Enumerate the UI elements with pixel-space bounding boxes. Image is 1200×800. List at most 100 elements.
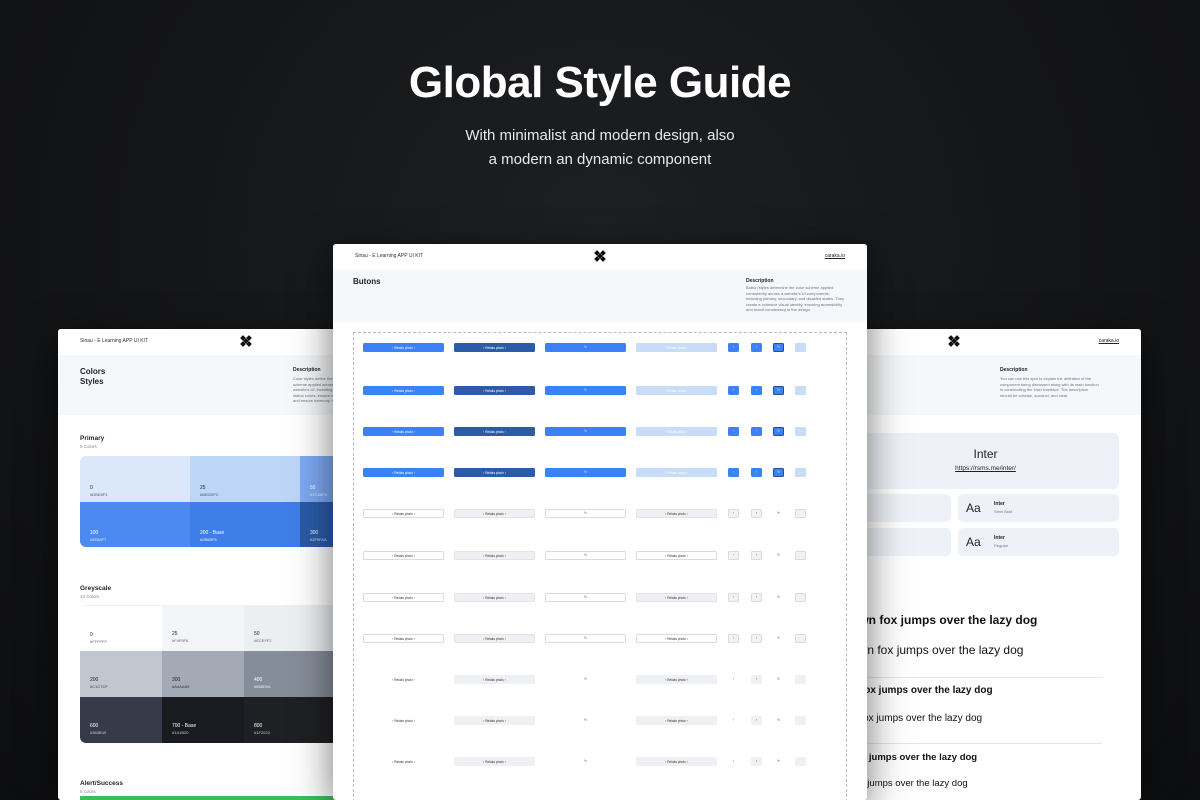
variant-button-r6-c4[interactable]: ‹ Relaks photo › xyxy=(636,551,717,560)
variant-button-r3-c3[interactable]: ↻ xyxy=(545,427,626,436)
variant-button-r10-c3[interactable]: ↻ xyxy=(545,716,626,725)
variant-button-r1-c2[interactable]: ‹ Relaks photo › xyxy=(454,343,535,352)
variant-button-r5-c1[interactable]: ‹ Relaks photo › xyxy=(363,509,444,518)
variant-button-r7-c3[interactable]: ↻ xyxy=(545,593,626,602)
icon-button-r8-c3[interactable]: ↻ xyxy=(773,634,784,643)
variant-button-r8-c2[interactable]: ‹ Relaks photo › xyxy=(454,634,535,643)
icon-button-r8-c2[interactable]: ‹ xyxy=(751,634,762,643)
button-label: ‹ Relaks photo › xyxy=(665,759,688,764)
icon-button-r3-c4[interactable] xyxy=(795,427,806,436)
icon-button-r5-c2[interactable]: ‹ xyxy=(751,509,762,518)
icon-button-r5-c3[interactable]: ↻ xyxy=(773,509,784,518)
swatch-grey-300: 300 #A4AAB5 xyxy=(162,651,244,697)
icon-button-r2-c2[interactable]: ‹ xyxy=(751,386,762,395)
variant-button-r7-c2[interactable]: ‹ Relaks photo › xyxy=(454,593,535,602)
variant-button-r5-c4[interactable]: ‹ Relaks photo › xyxy=(636,509,717,518)
icon-button-r9-c4[interactable] xyxy=(795,675,806,684)
icon-button-r3-c3[interactable]: ↻ xyxy=(773,427,784,436)
icon-button-r9-c3[interactable]: ↻ xyxy=(773,675,784,684)
variant-button-r5-c3[interactable]: ↻ xyxy=(545,509,626,518)
variant-button-r9-c2[interactable]: ‹ Relaks photo › xyxy=(454,675,535,684)
variant-button-r6-c2[interactable]: ‹ Relaks photo › xyxy=(454,551,535,560)
button-label: ‹ Relaks photo › xyxy=(392,429,415,434)
variant-button-r4-c3[interactable]: ↻ xyxy=(545,468,626,477)
icon-button-r10-c3[interactable]: ↻ xyxy=(773,716,784,725)
brand-logo-icon xyxy=(594,250,606,262)
variant-button-r1-c3[interactable]: ↻ xyxy=(545,343,626,352)
variant-button-r3-c2[interactable]: ‹ Relaks photo › xyxy=(454,427,535,436)
variant-button-r2-c3[interactable]: ↻ xyxy=(545,386,626,395)
icon-button-r2-c1[interactable]: ‹ xyxy=(728,386,739,395)
icon-button-r10-c4[interactable] xyxy=(795,716,806,725)
icon-button-r2-c4[interactable] xyxy=(795,386,806,395)
variant-button-r3-c1[interactable]: ‹ Relaks photo › xyxy=(363,427,444,436)
variant-button-r7-c4[interactable]: ‹ Relaks photo › xyxy=(636,593,717,602)
icon-button-r7-c3[interactable]: ↻ xyxy=(773,593,784,602)
icon-button-r4-c4[interactable] xyxy=(795,468,806,477)
icon-button-r6-c1[interactable]: ‹ xyxy=(728,551,739,560)
variant-button-r11-c4[interactable]: ‹ Relaks photo › xyxy=(636,757,717,766)
icon-button-r1-c1[interactable]: ‹ xyxy=(728,343,739,352)
icon-button-r11-c2[interactable]: ‹ xyxy=(751,757,762,766)
variant-button-r11-c1[interactable]: ‹ Relaks photo › xyxy=(363,757,444,766)
variant-button-r2-c4[interactable]: ‹ Relaks photo › xyxy=(636,386,717,395)
refresh-icon: ↻ xyxy=(777,470,780,474)
caraka-link[interactable]: caraka.io xyxy=(1099,338,1119,344)
icon-button-r4-c2[interactable]: ‹ xyxy=(751,468,762,477)
icon-button-r8-c4[interactable] xyxy=(795,634,806,643)
icon-button-r2-c3[interactable]: ↻ xyxy=(773,386,784,395)
variant-button-r3-c4[interactable]: ‹ Relaks photo › xyxy=(636,427,717,436)
icon-button-r6-c4[interactable] xyxy=(795,551,806,560)
variant-button-r4-c1[interactable]: ‹ Relaks photo › xyxy=(363,468,444,477)
button-label: ‹ Relaks photo › xyxy=(665,511,688,516)
icon-button-r11-c1[interactable]: ‹ xyxy=(728,757,739,766)
icon-button-r7-c2[interactable]: ‹ xyxy=(751,593,762,602)
variant-button-r2-c2[interactable]: ‹ Relaks photo › xyxy=(454,386,535,395)
icon-button-r1-c4[interactable] xyxy=(795,343,806,352)
variant-button-r1-c1[interactable]: ‹ Relaks photo › xyxy=(363,343,444,352)
icon-button-r4-c3[interactable]: ↻ xyxy=(773,468,784,477)
icon-button-r9-c2[interactable]: ‹ xyxy=(751,675,762,684)
chevron-icon: ‹ xyxy=(732,595,735,599)
icon-button-r3-c2[interactable]: ‹ xyxy=(751,427,762,436)
swatch-primary-25: 25 #BEDDFC xyxy=(190,456,300,502)
variant-button-r11-c2[interactable]: ‹ Relaks photo › xyxy=(454,757,535,766)
icon-button-r6-c3[interactable]: ↻ xyxy=(773,551,784,560)
icon-button-r5-c4[interactable] xyxy=(795,509,806,518)
icon-button-r3-c1[interactable]: ‹ xyxy=(728,427,739,436)
variant-button-r6-c1[interactable]: ‹ Relaks photo › xyxy=(363,551,444,560)
greyscale-count: 12 Colors xyxy=(80,594,100,599)
variant-button-r8-c3[interactable]: ↻ xyxy=(545,634,626,643)
variant-button-r10-c4[interactable]: ‹ Relaks photo › xyxy=(636,716,717,725)
icon-button-r11-c3[interactable]: ↻ xyxy=(773,757,784,766)
variant-button-r4-c4[interactable]: ‹ Relaks photo › xyxy=(636,468,717,477)
icon-button-r7-c1[interactable]: ‹ xyxy=(728,593,739,602)
variant-button-r7-c1[interactable]: ‹ Relaks photo › xyxy=(363,593,444,602)
variant-button-r1-c4[interactable]: ‹ Relaks photo › xyxy=(636,343,717,352)
variant-button-r2-c1[interactable]: ‹ Relaks photo › xyxy=(363,386,444,395)
icon-button-r8-c1[interactable]: ‹ xyxy=(728,634,739,643)
icon-button-r1-c3[interactable]: ↻ xyxy=(773,343,784,352)
caraka-link[interactable]: caraka.io xyxy=(825,253,845,259)
icon-button-r1-c2[interactable]: ‹ xyxy=(751,343,762,352)
variant-button-r10-c1[interactable]: ‹ Relaks photo › xyxy=(363,716,444,725)
variant-button-r10-c2[interactable]: ‹ Relaks photo › xyxy=(454,716,535,725)
font-link[interactable]: https://rsms.me/inter/ xyxy=(852,465,1119,472)
icon-button-r10-c2[interactable]: ‹ xyxy=(751,716,762,725)
icon-button-r9-c1[interactable]: ‹ xyxy=(728,675,739,684)
variant-button-r11-c3[interactable]: ↻ xyxy=(545,757,626,766)
icon-button-r4-c1[interactable]: ‹ xyxy=(728,468,739,477)
variant-button-r9-c4[interactable]: ‹ Relaks photo › xyxy=(636,675,717,684)
variant-button-r8-c4[interactable]: ‹ Relaks photo › xyxy=(636,634,717,643)
variant-button-r6-c3[interactable]: ↻ xyxy=(545,551,626,560)
icon-button-r11-c4[interactable] xyxy=(795,757,806,766)
icon-button-r6-c2[interactable]: ‹ xyxy=(751,551,762,560)
icon-button-r10-c1[interactable]: ‹ xyxy=(728,716,739,725)
variant-button-r9-c3[interactable]: ↻ xyxy=(545,675,626,684)
variant-button-r5-c2[interactable]: ‹ Relaks photo › xyxy=(454,509,535,518)
variant-button-r8-c1[interactable]: ‹ Relaks photo › xyxy=(363,634,444,643)
icon-button-r7-c4[interactable] xyxy=(795,593,806,602)
variant-button-r4-c2[interactable]: ‹ Relaks photo › xyxy=(454,468,535,477)
icon-button-r5-c1[interactable]: ‹ xyxy=(728,509,739,518)
variant-button-r9-c1[interactable]: ‹ Relaks photo › xyxy=(363,675,444,684)
